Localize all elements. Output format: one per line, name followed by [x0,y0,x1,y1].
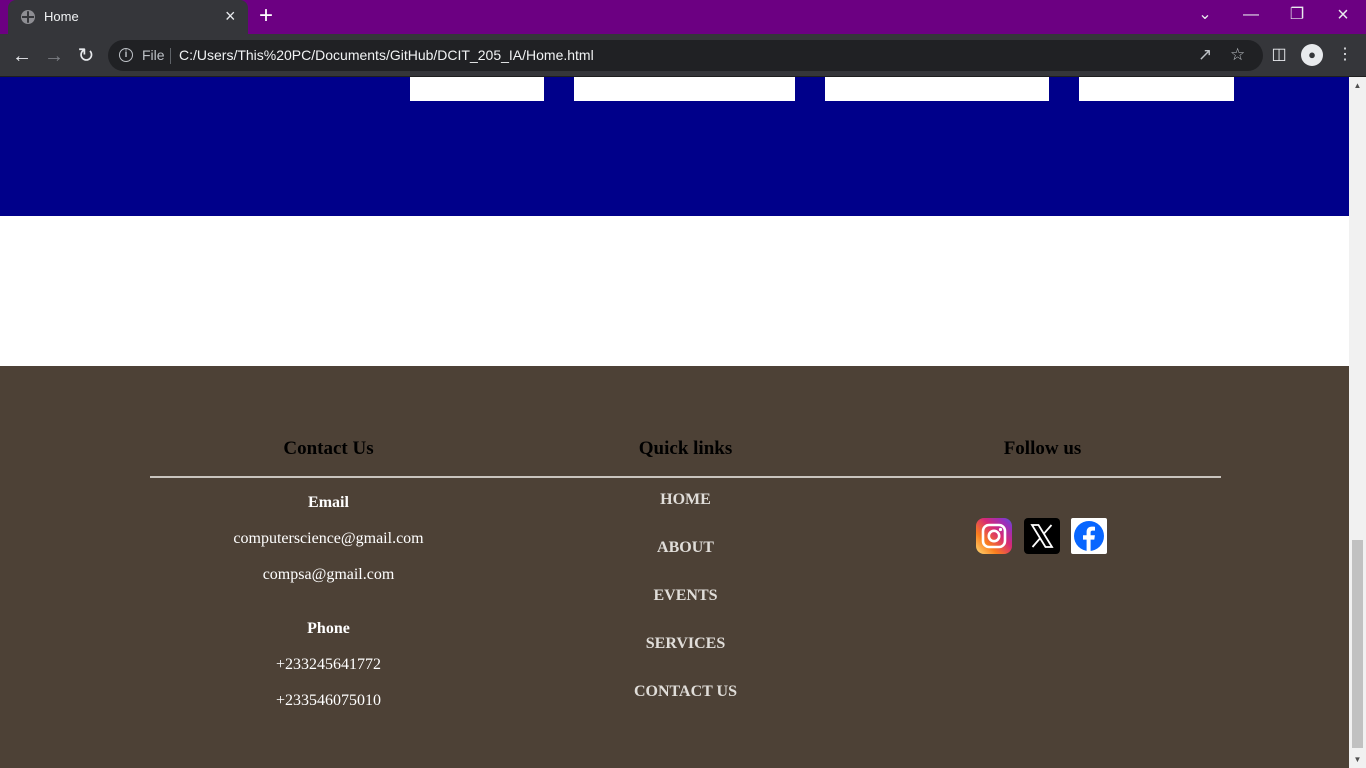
footer-link-services[interactable]: SERVICES [507,635,864,653]
address-bar[interactable]: i File C:/Users/This%20PC/Documents/GitH… [108,40,1263,71]
restore-icon[interactable]: ❐ [1277,0,1317,34]
footer-link-contact-us[interactable]: CONTACT US [507,683,864,701]
blue-section [0,77,1349,216]
close-window-icon[interactable]: × [1323,0,1363,34]
scroll-down-icon[interactable]: ▼ [1349,751,1366,768]
reload-icon[interactable]: ↻ [73,43,99,69]
tab-search-icon[interactable]: ⌄ [1185,0,1225,34]
phone-value: +233245641772 [275,656,382,673]
site-footer: Contact Us Email computerscience@gmail.c… [0,366,1349,768]
new-tab-icon[interactable]: + [259,3,273,29]
url-text[interactable]: C:/Users/This%20PC/Documents/GitHub/DCIT… [179,47,594,63]
side-panel-icon[interactable]: ◫ [1268,44,1290,66]
globe-icon [21,10,35,24]
tab-title: Home [44,9,79,24]
card-4 [1079,77,1234,101]
browser-titlebar: Home × + ⌄ — ❐ × [0,0,1366,34]
vertical-scrollbar[interactable]: ▲ ▼ [1349,77,1366,768]
email-value: compsa@gmail.com [262,566,395,583]
card-3 [825,77,1049,101]
card-2 [574,77,795,101]
page-viewport: Contact Us Email computerscience@gmail.c… [0,77,1349,768]
phone-label: Phone [307,620,350,637]
scroll-up-icon[interactable]: ▲ [1349,77,1366,94]
minimize-icon[interactable]: — [1231,0,1271,34]
browser-toolbar: ← → ↻ i File C:/Users/This%20PC/Document… [0,34,1366,77]
footer-divider [150,476,1221,478]
instagram-icon[interactable] [976,518,1012,554]
phone-value: +233546075010 [275,692,382,709]
facebook-icon[interactable] [1071,518,1107,554]
x-twitter-icon[interactable] [1024,518,1060,554]
address-divider [170,48,171,64]
info-icon[interactable]: i [119,48,133,62]
quick-links-heading: Quick links [638,438,733,459]
share-icon[interactable]: ↗ [1198,45,1212,65]
footer-link-about[interactable]: ABOUT [507,539,864,557]
scrollbar-thumb[interactable] [1352,540,1363,748]
footer-link-events[interactable]: EVENTS [507,587,864,605]
forward-icon[interactable]: → [41,43,67,69]
footer-link-home[interactable]: HOME [507,491,864,509]
menu-icon[interactable]: ⋮ [1334,44,1356,66]
profile-icon[interactable]: ● [1301,44,1323,66]
scheme-label: File [142,47,165,63]
follow-heading: Follow us [1003,438,1082,459]
close-tab-icon[interactable]: × [225,7,236,25]
contact-heading: Contact Us [283,438,374,459]
bookmark-star-icon[interactable]: ☆ [1230,45,1245,65]
back-icon[interactable]: ← [9,43,35,69]
browser-tab[interactable]: Home × [8,0,248,34]
email-value: computerscience@gmail.com [233,530,424,547]
email-label: Email [308,494,349,511]
card-1 [410,77,544,101]
